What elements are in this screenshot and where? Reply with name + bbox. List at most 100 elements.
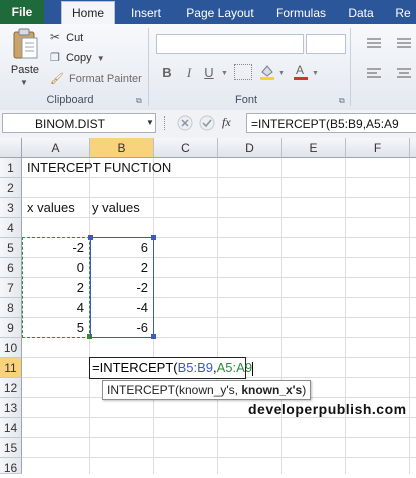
row-header[interactable]: 12 (0, 378, 22, 398)
borders-icon[interactable] (234, 64, 252, 80)
gridline (281, 158, 282, 474)
paste-button[interactable] (10, 28, 40, 62)
gridline (345, 158, 346, 474)
enter-icon[interactable] (198, 113, 216, 133)
underline-button[interactable]: U (202, 65, 216, 80)
row-header[interactable]: 2 (0, 178, 22, 198)
cell-a3-x-header[interactable]: x values (27, 198, 75, 218)
function-tooltip[interactable]: INTERCEPT(known_y's, known_x's) (102, 380, 312, 400)
group-divider (148, 28, 149, 106)
formula-input[interactable]: =INTERCEPT(B5:B9,A5:A9 (246, 113, 416, 133)
chevron-down-icon[interactable]: ▼ (20, 78, 28, 87)
cell-a1-title[interactable]: INTERCEPT FUNCTION (27, 158, 171, 178)
splitter-handle[interactable] (164, 116, 169, 130)
column-header-g[interactable] (410, 138, 416, 158)
row-header[interactable]: 5 (0, 238, 22, 258)
column-header-e[interactable]: E (282, 138, 346, 158)
tab-home[interactable]: Home (61, 1, 115, 25)
paste-label: Paste (10, 64, 40, 76)
cancel-icon[interactable] (176, 113, 194, 133)
active-cell-editor[interactable]: =INTERCEPT(B5:B9,A5:A9 (89, 357, 254, 379)
gridline (22, 417, 416, 418)
brush-icon: 🖌 (50, 73, 64, 85)
ribbon: Paste ▼ ✂ Cut ❐ Copy ▼ 🖌 Format Painter … (0, 24, 416, 111)
row-header[interactable]: 13 (0, 398, 22, 418)
svg-text:A: A (296, 63, 304, 77)
tab-file[interactable]: File (0, 0, 44, 24)
dialog-launcher-icon[interactable]: ⧉ (339, 96, 345, 106)
range-highlight-b5-b9 (90, 237, 154, 338)
tab-review[interactable]: Re (390, 2, 416, 24)
gridline (409, 158, 410, 474)
tab-data[interactable]: Data (340, 2, 382, 24)
italic-button[interactable]: I (182, 65, 196, 81)
row-header[interactable]: 10 (0, 338, 22, 358)
row-header[interactable]: 15 (0, 438, 22, 458)
row-header[interactable]: 14 (0, 418, 22, 438)
column-header-a[interactable]: A (22, 138, 90, 158)
tooltip-close: ) (302, 383, 307, 397)
tab-insert[interactable]: Insert (120, 2, 172, 24)
cut-label: Cut (66, 32, 84, 44)
align-middle-icon[interactable] (396, 36, 412, 54)
tooltip-arg-known-y: known_y's (179, 383, 235, 397)
resize-handle[interactable] (151, 334, 156, 339)
scissors-icon: ✂ (50, 30, 61, 44)
name-box[interactable]: BINOM.DIST (2, 113, 156, 133)
range-highlight-a5-a9 (22, 237, 90, 338)
gridline (22, 217, 416, 218)
fill-color-icon[interactable] (258, 62, 276, 80)
column-header-d[interactable]: D (218, 138, 282, 158)
format-painter-label: Format Painter (69, 73, 142, 85)
font-color-icon[interactable]: A (292, 62, 310, 80)
row-header[interactable]: 6 (0, 258, 22, 278)
chevron-down-icon[interactable]: ▼ (97, 54, 105, 63)
tooltip-function-name[interactable]: INTERCEPT( (107, 383, 179, 397)
select-all-corner[interactable] (0, 138, 22, 158)
resize-handle[interactable] (88, 235, 93, 240)
tooltip-arg-known-x: known_x's (241, 383, 303, 397)
formula-range-ref-2: A5:A9 (216, 360, 253, 375)
tab-page-layout[interactable]: Page Layout (178, 2, 262, 24)
column-header-c[interactable]: C (154, 138, 218, 158)
group-divider (350, 28, 351, 106)
chevron-down-icon[interactable]: ▼ (312, 70, 319, 77)
copy-label: Copy (65, 52, 92, 64)
formula-prefix: =INTERCEPT( (92, 360, 178, 375)
cut-button[interactable]: ✂ Cut (50, 29, 83, 45)
row-header[interactable]: 9 (0, 318, 22, 338)
column-header-b[interactable]: B (90, 138, 154, 158)
font-size-dropdown[interactable] (306, 34, 346, 54)
align-top-icon[interactable] (366, 36, 382, 54)
dialog-launcher-icon[interactable]: ⧉ (136, 96, 142, 106)
chevron-down-icon[interactable]: ▼ (146, 118, 154, 127)
font-group-label: Font (234, 94, 257, 106)
format-painter-button[interactable]: 🖌 Format Painter (50, 71, 142, 87)
worksheet-grid[interactable]: A B C D E F 1 2 3 4 5 6 7 8 9 10 11 12 1… (0, 138, 416, 475)
insert-function-button[interactable]: fx (222, 115, 231, 130)
cell-b3-y-header[interactable]: y values (92, 198, 140, 218)
ribbon-tab-bar: File Home Insert Page Layout Formulas Da… (0, 0, 416, 25)
row-header[interactable]: 1 (0, 158, 22, 178)
resize-handle[interactable] (151, 235, 156, 240)
column-header-f[interactable]: F (346, 138, 410, 158)
row-header[interactable]: 8 (0, 298, 22, 318)
gridline (22, 457, 416, 458)
row-header[interactable]: 4 (0, 218, 22, 238)
text-cursor (252, 361, 254, 376)
copy-button[interactable]: ❐ Copy ▼ (50, 50, 105, 66)
tab-formulas[interactable]: Formulas (266, 2, 336, 24)
chevron-down-icon[interactable]: ▼ (278, 70, 285, 77)
align-center-icon[interactable] (396, 66, 412, 84)
row-header[interactable]: 7 (0, 278, 22, 298)
gridline (22, 437, 416, 438)
align-left-icon[interactable] (366, 66, 382, 84)
row-header[interactable]: 3 (0, 198, 22, 218)
chevron-down-icon[interactable]: ▼ (221, 70, 228, 77)
row-header[interactable]: 11 (0, 358, 22, 378)
font-name-dropdown[interactable] (156, 34, 304, 54)
formula-bar: BINOM.DIST ▼ fx =INTERCEPT(B5:B9,A5:A9 (0, 110, 416, 139)
bold-button[interactable]: B (160, 65, 174, 80)
row-header[interactable]: 16 (0, 458, 22, 475)
formula-range-ref-1: B5:B9 (177, 360, 214, 375)
